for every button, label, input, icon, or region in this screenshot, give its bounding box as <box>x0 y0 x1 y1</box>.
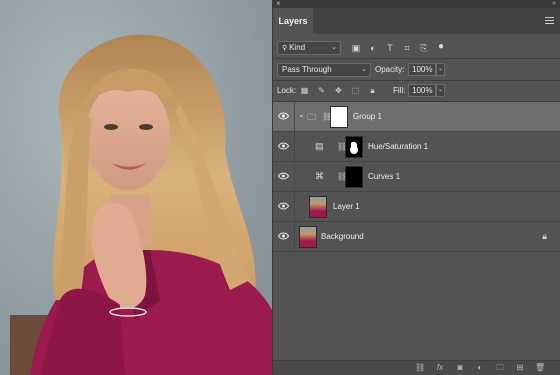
fx-icon[interactable]: fx <box>435 363 445 373</box>
shape-filter-icon[interactable]: ⌗ <box>402 43 412 53</box>
blend-mode-label: Pass Through <box>282 65 332 74</box>
filter-toggle-icon[interactable]: ● <box>436 42 446 52</box>
layer-name: Hue/Saturation 1 <box>368 142 429 151</box>
lock-transparent-icon[interactable]: ▦ <box>300 86 309 95</box>
layers-bottom-toolbar: ⛓︎ fx ◙ ◐ 🗀︎ ⊞ 🗑︎ <box>273 360 560 375</box>
filter-kind-select[interactable]: ⚲ Kind ⌄ <box>277 41 341 55</box>
new-layer-icon[interactable]: ⊞ <box>515 363 525 373</box>
fill-dropdown[interactable]: ⌄ <box>436 84 445 97</box>
layer-name: Background <box>321 232 364 241</box>
portrait-image <box>0 0 272 375</box>
visibility-toggle[interactable] <box>273 102 295 132</box>
lock-row: Lock: ▦ ✎ ✥ ⬚ 🔒︎ Fill: 100% ⌄ <box>273 82 560 100</box>
hue-saturation-adjustment-icon: ▤ <box>315 141 324 151</box>
link-icon[interactable]: ⛓︎ <box>337 171 347 182</box>
add-mask-icon[interactable]: ◙ <box>455 363 465 373</box>
panel-titlebar: × » <box>273 0 560 8</box>
lock-artboard-icon[interactable]: ⬚ <box>351 86 360 95</box>
mask-thumbnail[interactable] <box>330 106 348 128</box>
chevron-down-icon[interactable]: ⌄ <box>298 110 305 119</box>
layers-panel: × » Layers ⚲ Kind ⌄ ▣ ◐ T ⌗ ⎘ ● Pass Thr… <box>272 0 560 375</box>
curves-adjustment-icon: ⌘ <box>315 171 324 181</box>
layer-row-hue-saturation-1[interactable]: ▤ ⛓︎ Hue/Saturation 1 <box>273 132 560 162</box>
visibility-toggle[interactable] <box>273 192 295 222</box>
canvas-photo <box>0 0 272 375</box>
lock-label: Lock: <box>277 86 297 95</box>
layer-row-curves-1[interactable]: ⌘ ⛓︎ Curves 1 <box>273 162 560 192</box>
adjustment-filter-icon[interactable]: ◐ <box>368 43 378 53</box>
layer-thumbnail <box>309 196 327 218</box>
layer-row-group-1[interactable]: ⌄ 🗀︎ ⛓︎ Group 1 <box>273 102 560 132</box>
folder-icon: 🗀︎ <box>307 112 317 122</box>
layer-name: Group 1 <box>353 112 382 121</box>
tab-layers[interactable]: Layers <box>273 8 313 34</box>
layer-name: Curves 1 <box>368 172 401 181</box>
eye-icon <box>278 112 289 120</box>
divider <box>273 80 560 81</box>
smart-object-filter-icon[interactable]: ⎘ <box>419 43 429 53</box>
new-group-icon[interactable]: 🗀︎ <box>495 363 505 373</box>
link-icon[interactable]: ⛓︎ <box>322 111 332 122</box>
mask-thumbnail[interactable] <box>345 136 363 158</box>
panel-tab-row: Layers <box>273 8 560 34</box>
trash-icon[interactable]: 🗑︎ <box>535 363 545 373</box>
eye-icon <box>278 172 289 180</box>
visibility-toggle[interactable] <box>273 132 295 162</box>
fill-input[interactable]: 100% <box>408 84 436 97</box>
link-icon[interactable]: ⛓︎ <box>337 141 347 152</box>
filter-kind-label: Kind <box>289 43 306 52</box>
visibility-toggle[interactable] <box>273 222 295 252</box>
adjustment-layer-icon[interactable]: ◐ <box>475 363 485 373</box>
visibility-toggle[interactable] <box>273 162 295 192</box>
eye-icon <box>278 142 289 150</box>
filter-row: ⚲ Kind ⌄ ▣ ◐ T ⌗ ⎘ ● <box>273 38 560 58</box>
chevron-down-icon: ⌄ <box>361 66 367 73</box>
chevron-down-icon: ⌄ <box>331 44 337 51</box>
collapse-icon[interactable]: » <box>552 0 556 8</box>
opacity-label: Opacity: <box>375 65 405 74</box>
lock-icon[interactable]: 🔒︎ <box>542 231 547 242</box>
link-layers-icon[interactable]: ⛓︎ <box>415 363 425 373</box>
layer-name: Layer 1 <box>333 202 360 211</box>
panel-menu-icon[interactable] <box>545 17 554 26</box>
eye-icon <box>278 232 289 240</box>
lock-position-icon[interactable]: ✥ <box>334 86 343 95</box>
layer-row-background[interactable]: Background 🔒︎ <box>273 222 560 252</box>
opacity-dropdown[interactable]: ⌄ <box>436 63 445 76</box>
close-icon[interactable]: × <box>276 0 281 8</box>
blend-row: Pass Through ⌄ Opacity: 100% ⌄ <box>273 60 560 80</box>
pixel-filter-icon[interactable]: ▣ <box>351 43 361 53</box>
divider <box>273 58 560 59</box>
layer-thumbnail <box>299 226 317 248</box>
blend-mode-select[interactable]: Pass Through ⌄ <box>277 63 371 77</box>
layer-row-layer-1[interactable]: Layer 1 <box>273 192 560 222</box>
opacity-input[interactable]: 100% <box>408 63 436 76</box>
type-filter-icon[interactable]: T <box>385 43 395 53</box>
mask-thumbnail[interactable] <box>345 166 363 188</box>
eye-icon <box>278 202 289 210</box>
fill-label: Fill: <box>393 86 406 95</box>
lock-all-icon[interactable]: 🔒︎ <box>368 86 377 95</box>
lock-image-icon[interactable]: ✎ <box>317 86 326 95</box>
